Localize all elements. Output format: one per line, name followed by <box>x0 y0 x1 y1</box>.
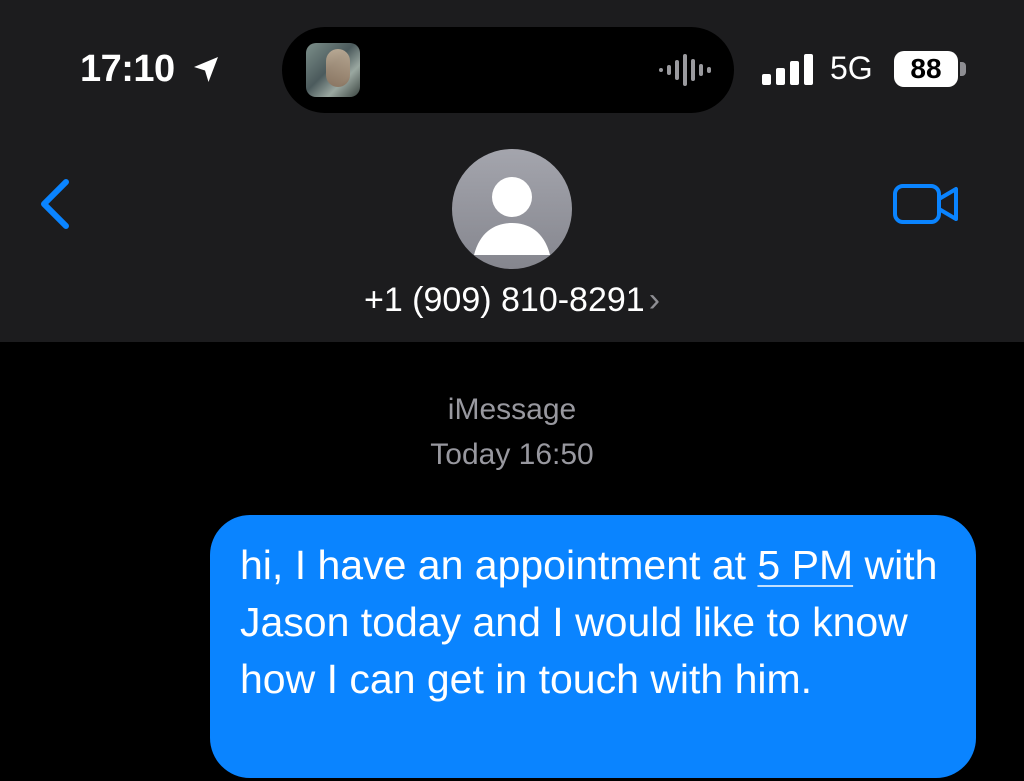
video-camera-icon <box>893 184 958 224</box>
now-playing-artwork[interactable] <box>306 43 360 97</box>
battery-level: 88 <box>894 51 958 87</box>
video-call-button[interactable] <box>892 180 960 228</box>
location-arrow-icon <box>194 57 218 82</box>
cellular-signal-icon <box>762 54 813 85</box>
chevron-left-icon <box>41 179 69 229</box>
contact-phone-number: +1 (909) 810-8291 <box>363 281 645 319</box>
back-button[interactable] <box>30 176 80 232</box>
message-timestamp: Today 16:50 <box>430 438 594 471</box>
message-time-link[interactable]: 5 PM <box>757 542 853 588</box>
chevron-right-icon: › <box>648 281 661 319</box>
service-label: iMessage <box>447 393 577 426</box>
message-text-before-link: hi, I have an appointment at <box>240 542 758 588</box>
battery-tip <box>960 62 966 76</box>
status-time: 17:10 <box>80 48 175 90</box>
person-placeholder-icon <box>474 177 550 255</box>
network-type: 5G <box>830 50 873 86</box>
contact-avatar[interactable] <box>452 149 572 269</box>
contact-name-button[interactable]: +1 (909) 810-8291 › <box>0 281 1024 320</box>
sent-message-bubble[interactable]: hi, I have an appointment at 5 PM with J… <box>210 515 976 778</box>
audio-waveform-icon <box>659 54 711 86</box>
